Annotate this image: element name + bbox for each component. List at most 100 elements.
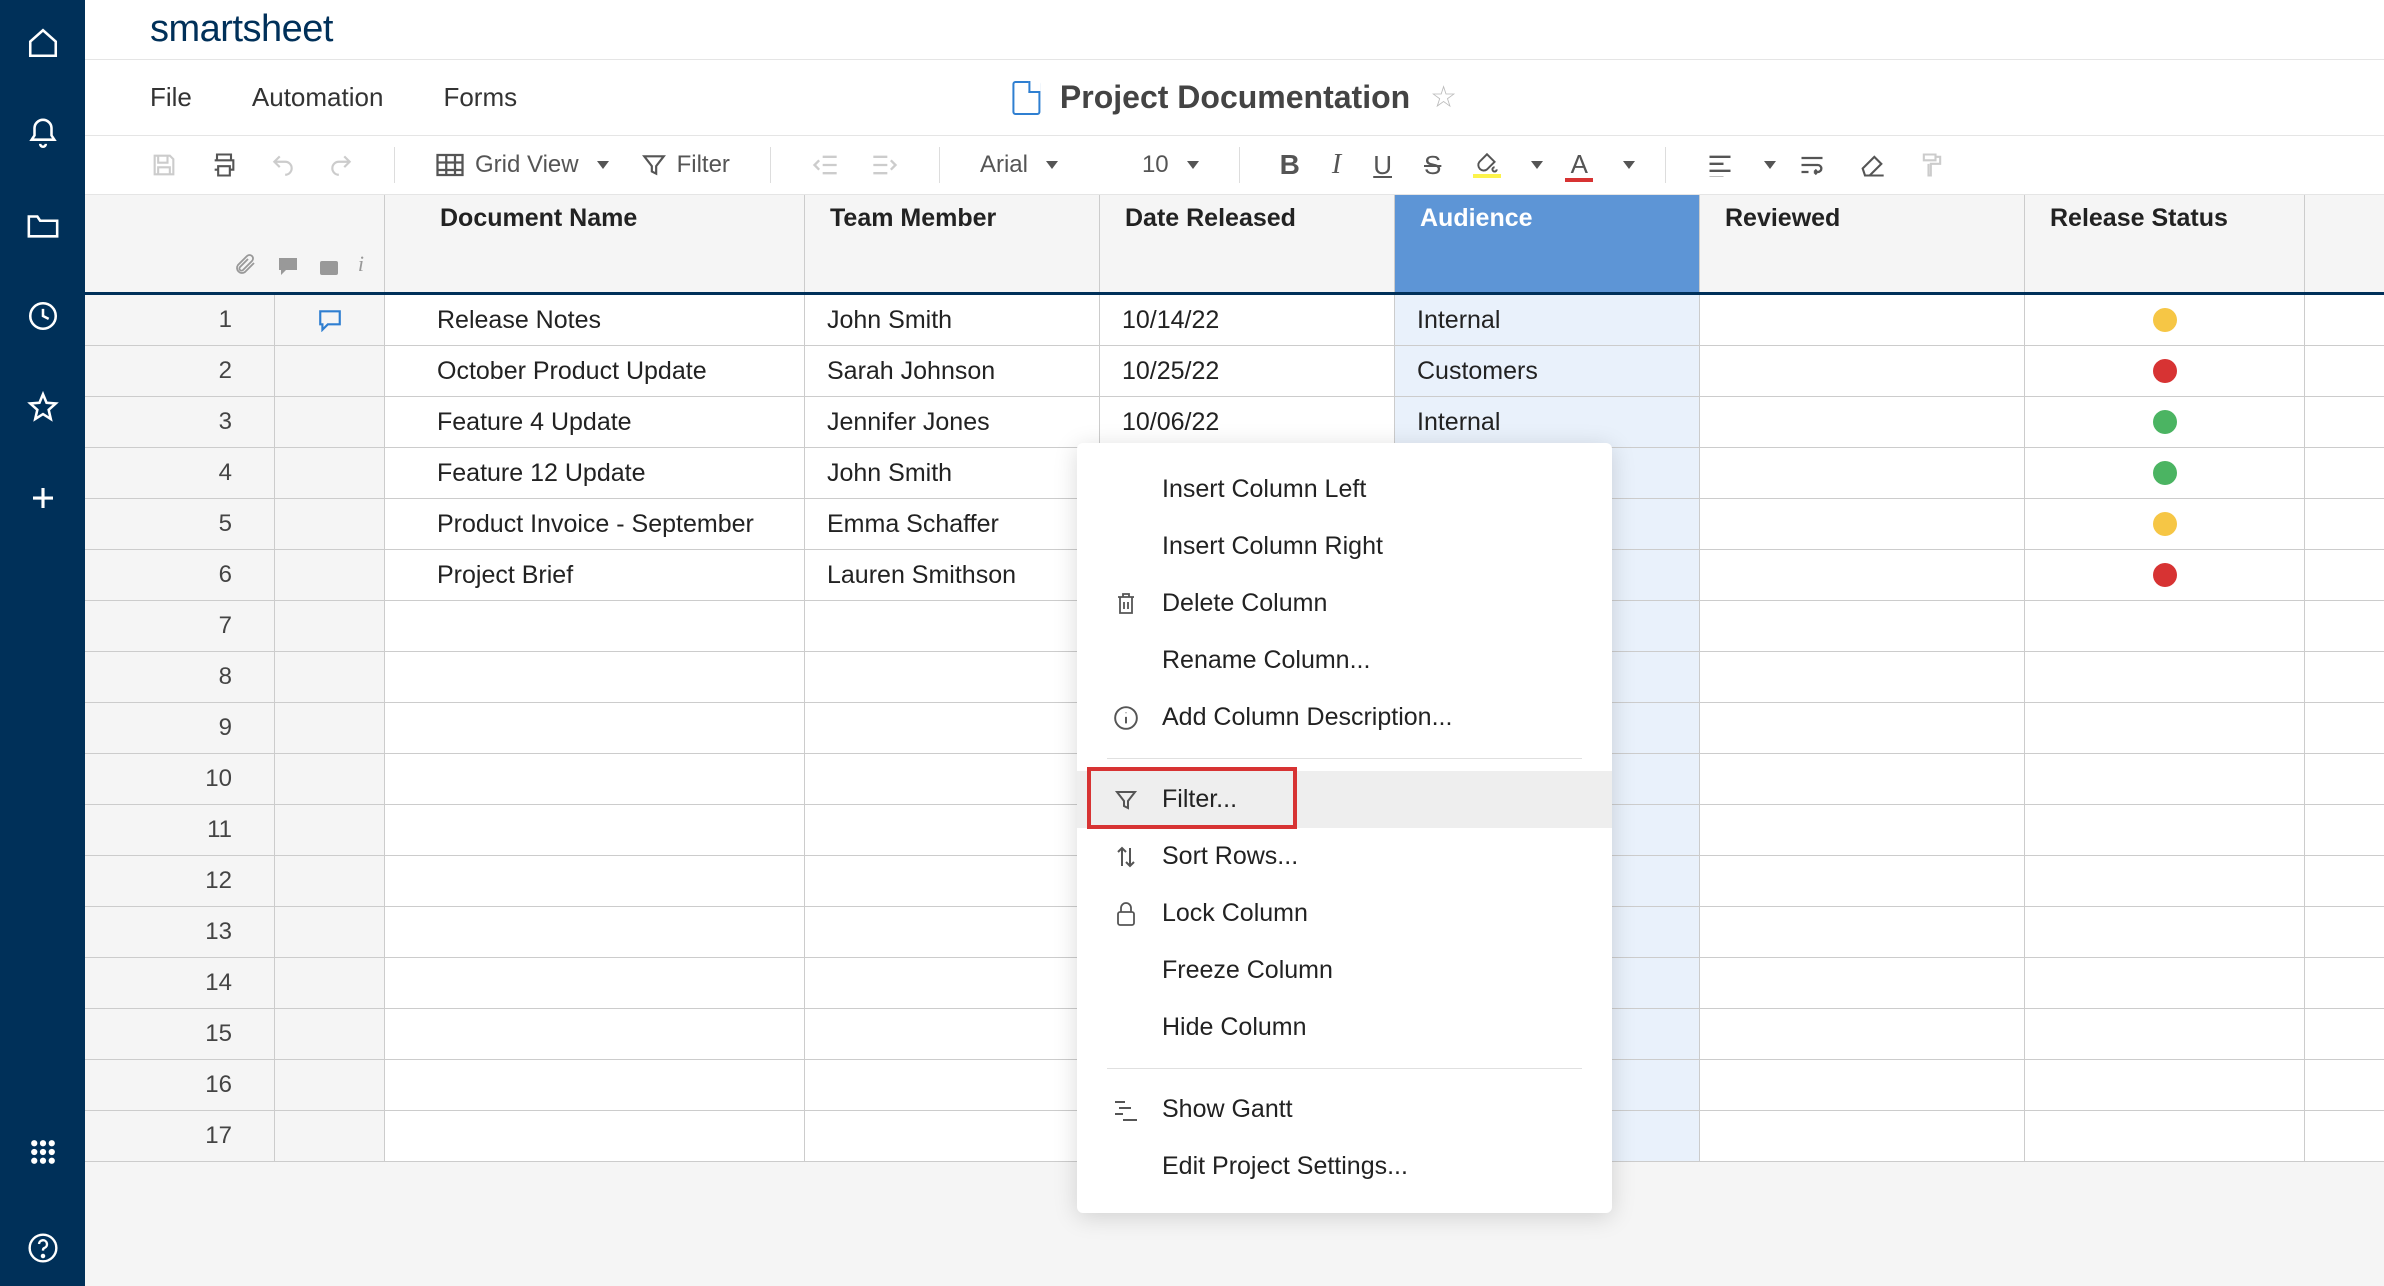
font-select[interactable]: Arial xyxy=(970,145,1068,185)
recents-icon[interactable] xyxy=(25,298,61,334)
cell[interactable] xyxy=(2025,1060,2305,1110)
document-title[interactable]: Project Documentation xyxy=(1060,79,1410,116)
cell[interactable] xyxy=(1700,856,2025,906)
cell[interactable] xyxy=(1700,907,2025,957)
indent-button[interactable] xyxy=(861,147,909,183)
bold-button[interactable]: B xyxy=(1270,143,1310,187)
favorites-icon[interactable] xyxy=(25,389,61,425)
row-number[interactable]: 11 xyxy=(85,805,275,855)
clear-format-button[interactable] xyxy=(1848,146,1896,184)
cell[interactable]: Product Invoice - September xyxy=(385,499,805,549)
cell[interactable]: Sarah Johnson xyxy=(805,346,1100,396)
comment-icon[interactable] xyxy=(276,255,300,277)
cell[interactable] xyxy=(2025,1111,2305,1161)
cell[interactable] xyxy=(2025,856,2305,906)
row-number[interactable]: 6 xyxy=(85,550,275,600)
cell[interactable] xyxy=(2025,958,2305,1008)
info-icon[interactable]: i xyxy=(358,251,364,277)
save-button[interactable] xyxy=(140,145,188,185)
context-menu-item[interactable]: Hide Column xyxy=(1077,999,1612,1056)
row-indicator-area[interactable] xyxy=(275,397,385,447)
context-menu-item[interactable]: Insert Column Left xyxy=(1077,461,1612,518)
row-number[interactable]: 7 xyxy=(85,601,275,651)
row-indicator-area[interactable] xyxy=(275,958,385,1008)
row-indicator-area[interactable] xyxy=(275,805,385,855)
row-number[interactable]: 17 xyxy=(85,1111,275,1161)
proof-icon[interactable] xyxy=(318,257,340,277)
undo-button[interactable] xyxy=(260,146,306,184)
attachment-icon[interactable] xyxy=(234,253,258,277)
context-menu-item[interactable]: Insert Column Right xyxy=(1077,518,1612,575)
cell[interactable] xyxy=(805,805,1100,855)
font-size-select[interactable]: 10 xyxy=(1132,145,1209,185)
row-number[interactable]: 9 xyxy=(85,703,275,753)
row-number[interactable]: 3 xyxy=(85,397,275,447)
cell[interactable] xyxy=(2025,703,2305,753)
cell[interactable]: 10/14/22 xyxy=(1100,295,1395,345)
cell[interactable] xyxy=(2025,805,2305,855)
cell[interactable] xyxy=(2025,346,2305,396)
cell[interactable] xyxy=(1700,958,2025,1008)
context-menu-item[interactable]: Filter... xyxy=(1077,771,1612,828)
italic-button[interactable]: I xyxy=(1322,143,1351,187)
row-number[interactable]: 14 xyxy=(85,958,275,1008)
cell[interactable] xyxy=(385,754,805,804)
cell[interactable]: October Product Update xyxy=(385,346,805,396)
row-indicator-area[interactable] xyxy=(275,703,385,753)
row-number[interactable]: 15 xyxy=(85,1009,275,1059)
outdent-button[interactable] xyxy=(801,147,849,183)
cell[interactable] xyxy=(385,856,805,906)
row-number[interactable]: 2 xyxy=(85,346,275,396)
cell[interactable] xyxy=(2025,652,2305,702)
row-number[interactable]: 4 xyxy=(85,448,275,498)
view-switcher[interactable]: Grid View xyxy=(425,145,619,185)
cell[interactable]: John Smith xyxy=(805,295,1100,345)
cell[interactable]: Release Notes xyxy=(385,295,805,345)
cell[interactable] xyxy=(805,958,1100,1008)
cell[interactable]: Emma Schaffer xyxy=(805,499,1100,549)
cell[interactable] xyxy=(1700,652,2025,702)
format-painter-button[interactable] xyxy=(1908,145,1956,185)
cell[interactable] xyxy=(2025,550,2305,600)
cell[interactable] xyxy=(385,958,805,1008)
cell[interactable] xyxy=(1700,397,2025,447)
menu-file[interactable]: File xyxy=(150,82,192,113)
row-number[interactable]: 16 xyxy=(85,1060,275,1110)
caret-down-icon[interactable] xyxy=(1764,161,1776,169)
row-number[interactable]: 5 xyxy=(85,499,275,549)
row-number[interactable]: 1 xyxy=(85,295,275,345)
cell[interactable] xyxy=(2025,397,2305,447)
row-indicator-area[interactable] xyxy=(275,448,385,498)
cell[interactable]: Internal xyxy=(1395,397,1700,447)
cell[interactable] xyxy=(2025,754,2305,804)
cell[interactable] xyxy=(385,652,805,702)
strikethrough-button[interactable]: S xyxy=(1414,144,1451,187)
column-header[interactable]: Date Released xyxy=(1100,195,1395,292)
cell[interactable] xyxy=(2025,295,2305,345)
wrap-button[interactable] xyxy=(1788,147,1836,183)
row-indicator-area[interactable] xyxy=(275,1111,385,1161)
cell[interactable]: Lauren Smithson xyxy=(805,550,1100,600)
cell[interactable] xyxy=(1700,805,2025,855)
cell[interactable] xyxy=(2025,1009,2305,1059)
column-header[interactable]: Document Name xyxy=(385,195,805,292)
cell[interactable] xyxy=(1700,1111,2025,1161)
column-header[interactable]: Release Status xyxy=(2025,195,2305,292)
cell[interactable] xyxy=(805,601,1100,651)
cell[interactable]: Feature 12 Update xyxy=(385,448,805,498)
notifications-icon[interactable] xyxy=(25,116,61,152)
column-header[interactable]: Team Member xyxy=(805,195,1100,292)
help-icon[interactable] xyxy=(25,1230,61,1266)
row-number[interactable]: 12 xyxy=(85,856,275,906)
add-icon[interactable] xyxy=(25,480,61,516)
caret-down-icon[interactable] xyxy=(1623,161,1635,169)
cell[interactable] xyxy=(805,703,1100,753)
column-header[interactable]: Audience xyxy=(1395,195,1700,292)
comment-icon[interactable] xyxy=(317,308,343,332)
cell[interactable]: Customers xyxy=(1395,346,1700,396)
cell[interactable]: John Smith xyxy=(805,448,1100,498)
column-header[interactable]: Reviewed xyxy=(1700,195,2025,292)
table-row[interactable]: 3Feature 4 UpdateJennifer Jones10/06/22I… xyxy=(85,397,2384,448)
cell[interactable] xyxy=(805,1111,1100,1161)
row-indicator-area[interactable] xyxy=(275,295,385,345)
